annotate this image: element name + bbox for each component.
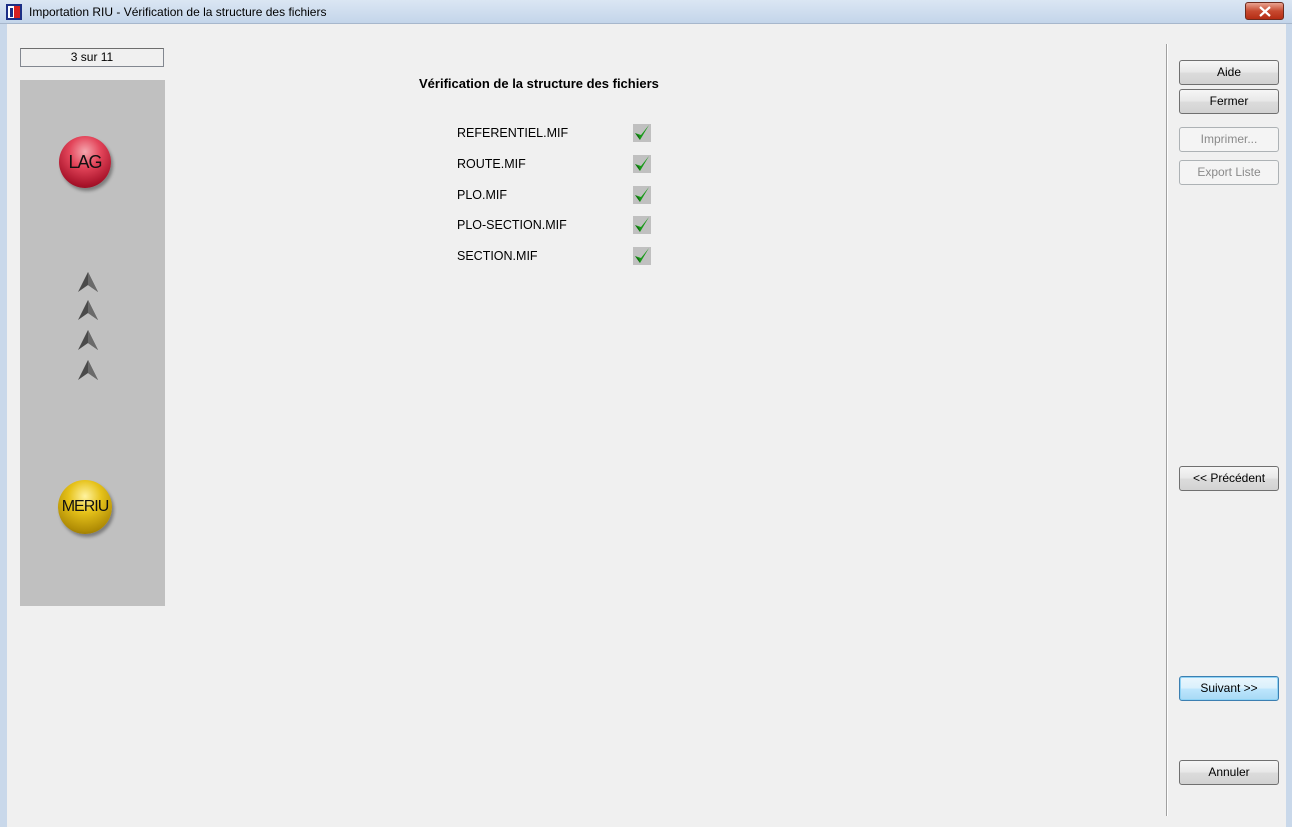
wizard-side-panel: LAG MERIU xyxy=(20,80,165,606)
step-counter: 3 sur 11 xyxy=(20,48,164,67)
help-button[interactable]: Aide xyxy=(1179,60,1279,85)
window-frame-right xyxy=(1286,24,1292,827)
arrow-up-icon xyxy=(78,272,98,292)
lag-logo: LAG xyxy=(59,136,111,188)
checkmark-icon xyxy=(633,155,651,173)
print-button[interactable]: Imprimer... xyxy=(1179,127,1279,152)
file-name: PLO.MIF xyxy=(457,188,508,202)
close-window-button[interactable] xyxy=(1245,2,1284,20)
file-row: PLO-SECTION.MIF xyxy=(457,216,697,238)
close-icon xyxy=(1259,6,1271,17)
file-row: REFERENTIEL.MIF xyxy=(457,124,697,146)
window-title: Importation RIU - Vérification de la str… xyxy=(29,5,327,19)
arrow-up-icon xyxy=(78,330,98,350)
checkmark-icon xyxy=(633,247,651,265)
checkmark-icon xyxy=(633,216,651,234)
file-row: PLO.MIF xyxy=(457,186,697,208)
file-row: ROUTE.MIF xyxy=(457,155,697,177)
file-name: SECTION.MIF xyxy=(457,249,538,263)
checkmark-icon xyxy=(633,124,651,142)
export-list-button[interactable]: Export Liste xyxy=(1179,160,1279,185)
arrow-up-icon xyxy=(78,360,98,380)
previous-button[interactable]: << Précédent xyxy=(1179,466,1279,491)
file-name: REFERENTIEL.MIF xyxy=(457,126,569,140)
meriu-logo: MERIU xyxy=(58,480,112,534)
window-frame-left xyxy=(0,24,7,827)
close-button[interactable]: Fermer xyxy=(1179,89,1279,114)
app-icon xyxy=(6,4,22,20)
arrow-up-icon xyxy=(78,300,98,320)
next-button[interactable]: Suivant >> xyxy=(1179,676,1279,701)
title-bar[interactable]: Importation RIU - Vérification de la str… xyxy=(0,0,1292,24)
vertical-divider xyxy=(1166,44,1168,816)
file-name: PLO-SECTION.MIF xyxy=(457,218,567,232)
checkmark-icon xyxy=(633,186,651,204)
page-title: Vérification de la structure des fichier… xyxy=(419,76,659,91)
cancel-button[interactable]: Annuler xyxy=(1179,760,1279,785)
file-row: SECTION.MIF xyxy=(457,247,697,269)
file-name: ROUTE.MIF xyxy=(457,157,526,171)
